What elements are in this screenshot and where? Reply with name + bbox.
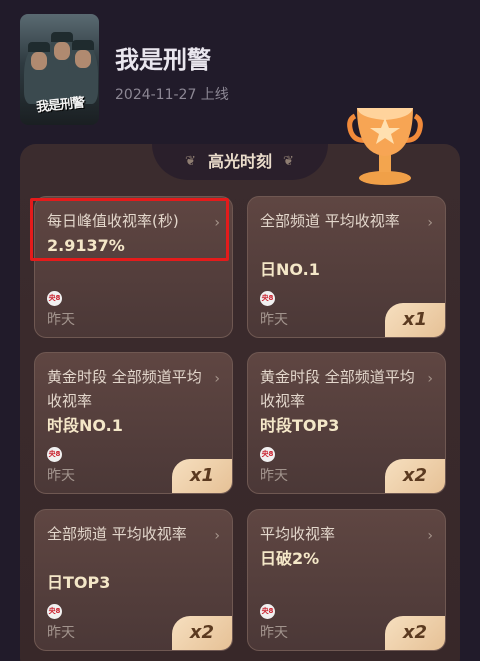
chevron-right-icon: › — [427, 528, 433, 544]
card-label: 全部频道 平均收视率 — [260, 212, 400, 230]
cctv8-logo-icon: 央8 — [260, 447, 275, 462]
count-badge: x2 — [385, 459, 445, 493]
cctv8-logo-icon: 央8 — [260, 604, 275, 619]
highlight-card[interactable]: 全部频道 平均收视率 日NO.1 › 央8 昨天 x1 — [247, 196, 446, 338]
count-badge: x2 — [172, 616, 232, 650]
chevron-right-icon: › — [427, 215, 433, 231]
poster-face — [75, 50, 91, 68]
chevron-right-icon: › — [214, 528, 220, 544]
section-title: 高光时刻 — [207, 152, 272, 171]
highlight-card[interactable]: 全部频道 平均收视率 日TOP3 › 央8 昨天 x2 — [34, 509, 233, 651]
release-date: 2024-11-27 上线 — [115, 87, 229, 103]
selection-highlight — [30, 198, 229, 261]
poster-cap — [51, 32, 73, 42]
show-poster[interactable]: 我是刑警 — [20, 14, 99, 125]
poster-cap — [28, 42, 50, 52]
card-label: 黄金时段 全部频道平均收视率 — [47, 368, 202, 410]
card-label: 全部频道 平均收视率 — [47, 525, 187, 543]
card-date: 昨天 — [47, 312, 75, 328]
trophy-icon — [347, 108, 423, 185]
chevron-right-icon: › — [427, 371, 433, 387]
card-label: 黄金时段 全部频道平均收视率 — [260, 368, 415, 410]
poster-logo: 我是刑警 — [35, 95, 85, 116]
card-value: 日TOP3 — [47, 573, 111, 592]
show-title: 我是刑警 — [115, 46, 211, 74]
cctv8-logo-icon: 央8 — [47, 447, 62, 462]
card-value: 时段NO.1 — [47, 416, 123, 435]
highlight-card[interactable]: 平均收视率 日破2% › 央8 昨天 x2 — [247, 509, 446, 651]
card-date: 昨天 — [260, 468, 288, 484]
highlight-card[interactable]: 黄金时段 全部频道平均收视率 时段TOP3 › 央8 昨天 x2 — [247, 352, 446, 494]
page: 我是刑警 我是刑警 2024-11-27 上线 ❦ ❦ 高光时刻 每日峰值收视率… — [0, 0, 480, 661]
count-badge: x2 — [385, 616, 445, 650]
card-value: 日破2% — [260, 549, 320, 568]
cctv8-logo-icon: 央8 — [260, 291, 275, 306]
card-value: 时段TOP3 — [260, 416, 340, 435]
poster-face — [31, 52, 47, 70]
cctv8-logo-icon: 央8 — [47, 291, 62, 306]
card-label: 平均收视率 — [260, 525, 336, 543]
poster-face — [54, 42, 70, 60]
count-badge: x1 — [385, 303, 445, 337]
card-date: 昨天 — [47, 625, 75, 641]
cctv8-logo-icon: 央8 — [47, 604, 62, 619]
poster-cap — [72, 40, 94, 50]
card-value: 日NO.1 — [260, 260, 320, 279]
card-date: 昨天 — [260, 625, 288, 641]
card-date: 昨天 — [260, 312, 288, 328]
card-date: 昨天 — [47, 468, 75, 484]
chevron-right-icon: › — [214, 371, 220, 387]
highlight-card[interactable]: 黄金时段 全部频道平均收视率 时段NO.1 › 央8 昨天 x1 — [34, 352, 233, 494]
count-badge: x1 — [172, 459, 232, 493]
